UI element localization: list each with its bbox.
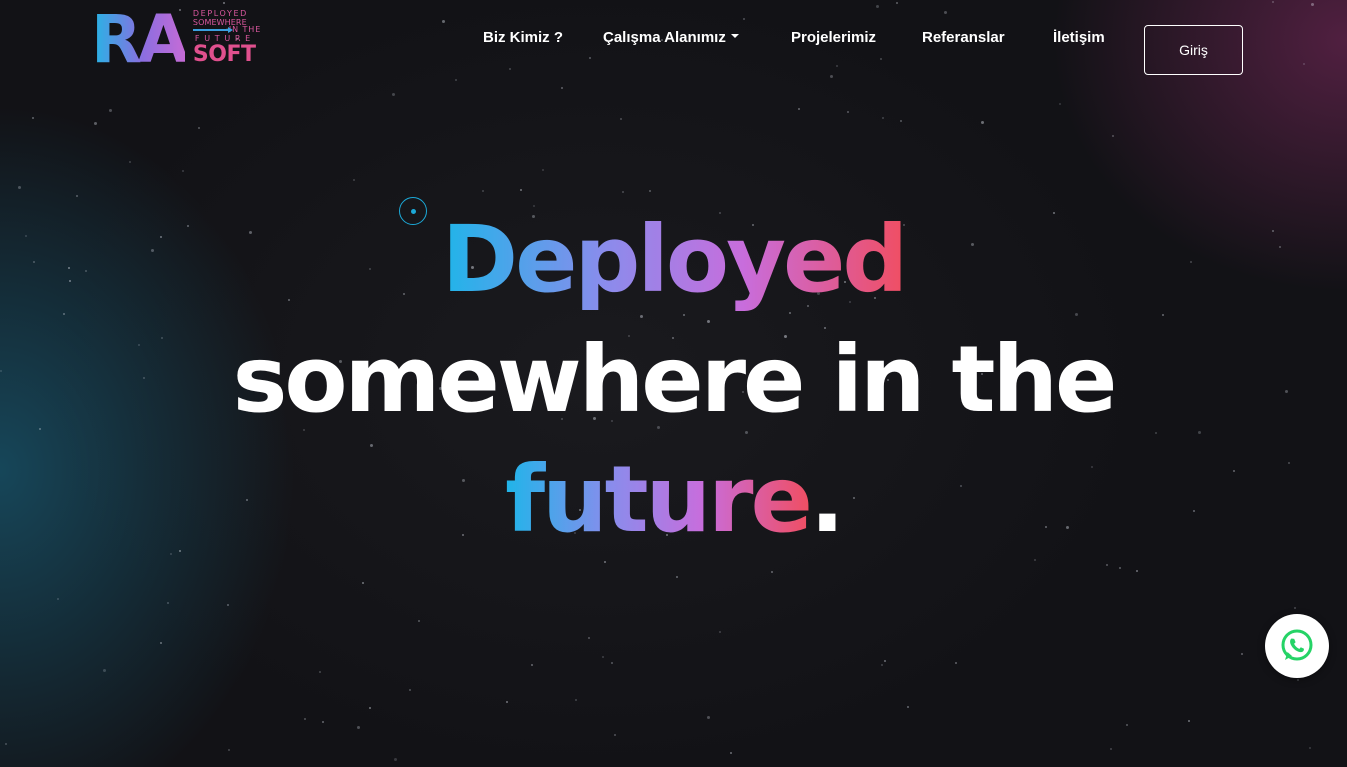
star-dot [94,122,97,125]
hero-line-1: Deployed [0,200,1347,320]
star-dot [1241,653,1243,655]
star-dot [588,637,590,639]
star-dot [602,656,604,658]
star-dot [304,718,306,720]
star-dot [830,75,833,78]
star-dot [182,170,184,172]
star-dot [561,87,563,89]
star-dot [847,111,849,113]
star-dot [482,190,484,192]
star-dot [882,117,884,119]
star-dot [1311,3,1314,6]
star-dot [520,189,522,191]
star-dot [357,726,360,729]
nav-item-work-areas[interactable]: Çalışma Alanımız [603,29,739,46]
star-dot [611,662,613,664]
star-dot [1297,679,1299,681]
star-dot [622,191,624,193]
star-dot [900,120,902,122]
star-dot [1188,720,1190,722]
star-dot [32,117,34,119]
star-dot [1112,135,1114,137]
star-dot [1110,748,1112,750]
star-dot [228,749,230,751]
login-button[interactable]: Giriş [1144,25,1243,75]
star-dot [455,79,457,81]
star-dot [57,598,59,600]
star-dot [1136,570,1138,572]
star-dot [620,118,622,120]
whatsapp-icon [1281,629,1313,661]
star-dot [649,190,651,192]
star-dot [707,716,710,719]
star-dot [322,721,324,723]
star-dot [409,689,411,691]
star-dot [771,571,773,573]
hero-headline: Deployed somewhere in the future. [0,200,1347,560]
star-dot [506,701,508,703]
hero-gradient-word: future [505,446,813,553]
caret-down-icon [730,34,739,39]
star-dot [198,127,200,129]
star-dot [1294,607,1296,609]
hero-line-2: somewhere in the [232,326,1118,433]
star-dot [1059,103,1061,105]
star-dot [1272,1,1274,3]
star-dot [160,642,162,644]
page: RA DEPLOYED SOMEWHERE IN THE FUTURE SOFT… [0,0,1347,767]
star-dot [876,5,879,8]
star-dot [907,706,909,708]
hero-period: . [809,446,845,553]
star-dot [103,669,106,672]
star-dot [531,664,533,666]
star-dot [604,561,606,563]
star-dot [227,604,229,606]
star-dot [129,161,131,163]
star-dot [319,671,321,673]
star-dot [955,662,957,664]
star-dot [798,108,800,110]
star-dot [394,758,397,761]
star-dot [5,743,7,745]
star-dot [884,660,886,662]
star-dot [18,186,21,189]
star-dot [362,582,364,584]
star-dot [1119,567,1121,569]
star-dot [676,576,678,578]
hero-line-3: future. [0,440,1347,560]
nav-item-about[interactable]: Biz Kimiz ? [483,29,563,46]
star-dot [76,195,78,197]
star-dot [1106,564,1108,566]
star-dot [575,699,577,701]
star-dot [223,2,225,4]
star-dot [896,2,898,4]
nav-item-references[interactable]: Referanslar [922,29,1005,46]
star-dot [719,631,721,633]
star-dot [392,93,395,96]
star-dot [418,620,420,622]
star-dot [1126,724,1128,726]
hero-gradient-word: Deployed [441,206,909,313]
star-dot [836,65,838,67]
star-dot [167,602,169,604]
nav-item-projects[interactable]: Projelerimiz [791,29,876,46]
nav-item-contact[interactable]: İletişim [1053,29,1105,46]
star-dot [881,664,883,666]
nav-item-label: Çalışma Alanımız [603,29,726,46]
star-dot [369,707,371,709]
star-dot [509,68,511,70]
main-nav: Biz Kimiz ? Çalışma Alanımız Projelerimi… [0,12,1347,75]
star-dot [730,752,732,754]
whatsapp-button[interactable] [1265,614,1329,678]
star-dot [353,179,355,181]
star-dot [1309,747,1311,749]
star-dot [542,169,544,171]
star-dot [981,121,984,124]
star-dot [614,734,616,736]
star-dot [109,109,112,112]
